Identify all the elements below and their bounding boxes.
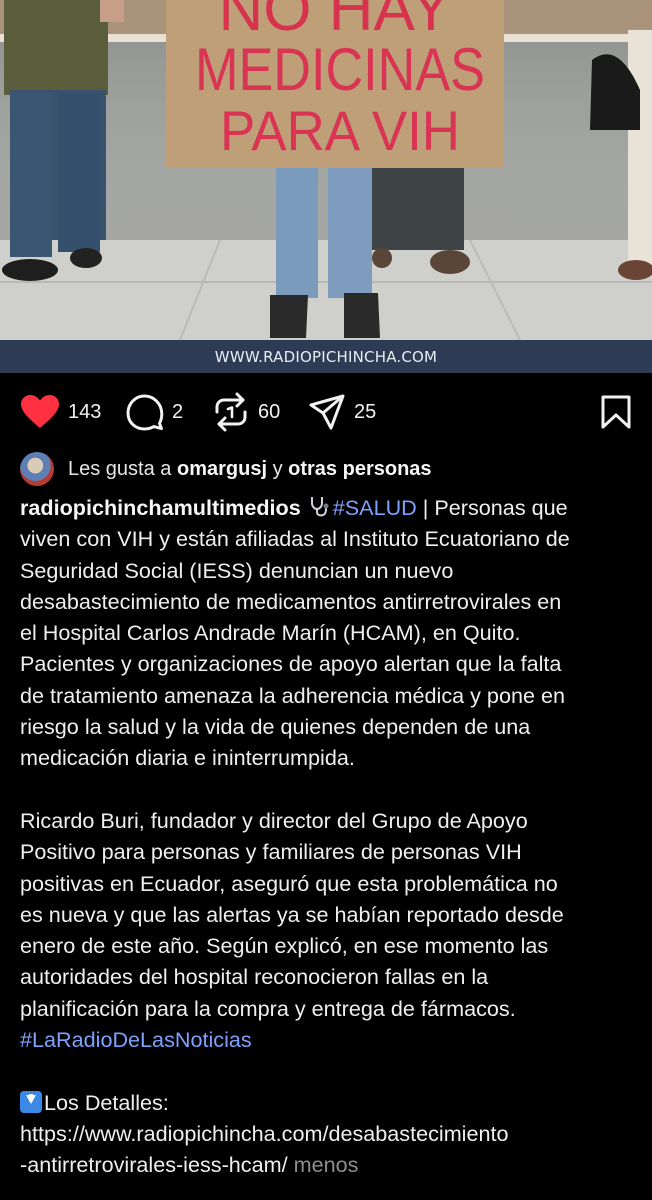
post-photo[interactable]: NO HAY MEDICINAS PARA VIH xyxy=(0,0,652,340)
stethoscope-icon xyxy=(310,497,329,517)
sign-line-3: PARA VIH xyxy=(220,99,460,162)
caption-paragraph-1: radiopichinchamultimedios #SALUD | Person… xyxy=(20,492,640,774)
comment-button[interactable]: 2 xyxy=(126,391,183,433)
post-caption: radiopichinchamultimedios #SALUD | Person… xyxy=(20,492,640,1181)
down-arrow-emoji xyxy=(20,1090,42,1113)
caption-line: enero de este año. Según explicó, en ese… xyxy=(20,933,549,959)
article-link-continued[interactable]: -antirretrovirales-iess-hcam/ xyxy=(20,1152,288,1177)
liked-by-user[interactable]: omargusj xyxy=(177,458,267,481)
caption-line: Positivo para personas y familiares de p… xyxy=(20,839,522,865)
caption-line: viven con VIH y están afiliadas al Insti… xyxy=(20,526,570,552)
hashtag-salud[interactable]: #SALUD xyxy=(333,495,417,520)
caption-line: | Personas que xyxy=(416,495,568,520)
caption-line: Pacientes y organizaciones de apoyo aler… xyxy=(20,651,562,677)
details-label: Los Detalles: xyxy=(44,1089,169,1115)
caption-line: autoridades del hospital reconocieron fa… xyxy=(20,964,489,990)
heart-icon xyxy=(21,395,59,428)
comment-count: 2 xyxy=(172,400,184,423)
like-button[interactable]: 143 xyxy=(20,391,101,433)
caption-line: es nueva y que las alertas ya se habían … xyxy=(20,901,564,927)
caption-paragraph-3: Los Detalles: https://www.radiopichincha… xyxy=(20,1087,640,1181)
send-icon xyxy=(309,394,345,430)
liked-by-others[interactable]: otras personas xyxy=(288,458,431,481)
caption-line: medicación diaria e ininterrumpida. xyxy=(20,745,355,771)
repost-icon xyxy=(215,392,247,432)
caption-line: Ricardo Buri, fundador y director del Gr… xyxy=(20,807,528,833)
caption-line: positivas en Ecuador, aseguró que esta p… xyxy=(20,870,558,896)
caption-line: desabastecimiento de medicamentos antirr… xyxy=(20,588,562,614)
liked-by-row[interactable]: Les gusta a omargusj y otras personas xyxy=(20,451,432,487)
caption-paragraph-2: Ricardo Buri, fundador y director del Gr… xyxy=(20,805,640,1055)
liked-by-prefix: Les gusta a xyxy=(68,457,172,480)
caption-line: riesgo la salud y la vida de quienes dep… xyxy=(20,714,531,740)
less-button[interactable]: menos xyxy=(294,1152,359,1177)
caption-line: el Hospital Carlos Andrade Marín (HCAM),… xyxy=(20,620,521,646)
sign-line-2: MEDICINAS xyxy=(195,36,485,103)
action-bar: 143 2 60 25 xyxy=(20,391,632,433)
repost-count: 60 xyxy=(258,400,281,423)
bookmark-icon xyxy=(601,395,631,429)
comment-icon xyxy=(126,394,164,431)
caption-line: planificación para la compra y entrega d… xyxy=(20,995,516,1021)
repost-button[interactable]: 60 xyxy=(212,391,280,433)
article-link[interactable]: https://www.radiopichincha.com/desabaste… xyxy=(20,1121,509,1146)
protest-photo-illustration: NO HAY MEDICINAS PARA VIH xyxy=(0,0,652,340)
liked-by-connector: y xyxy=(272,457,283,480)
watermark-banner: WWW.RADIOPICHINCHA.COM xyxy=(0,340,652,373)
share-count: 25 xyxy=(354,400,377,423)
watermark-text: WWW.RADIOPICHINCHA.COM xyxy=(214,347,438,366)
save-button[interactable] xyxy=(600,391,632,433)
like-count: 143 xyxy=(68,400,102,423)
avatar[interactable] xyxy=(20,452,54,486)
caption-line: Seguridad Social (IESS) denuncian un nue… xyxy=(20,557,454,583)
caption-line: de tratamiento amenaza la adherencia méd… xyxy=(20,682,565,708)
hashtag-la-radio[interactable]: #LaRadioDeLasNoticias xyxy=(20,1027,252,1052)
caption-username[interactable]: radiopichinchamultimedios xyxy=(20,495,301,520)
share-button[interactable]: 25 xyxy=(308,391,376,433)
